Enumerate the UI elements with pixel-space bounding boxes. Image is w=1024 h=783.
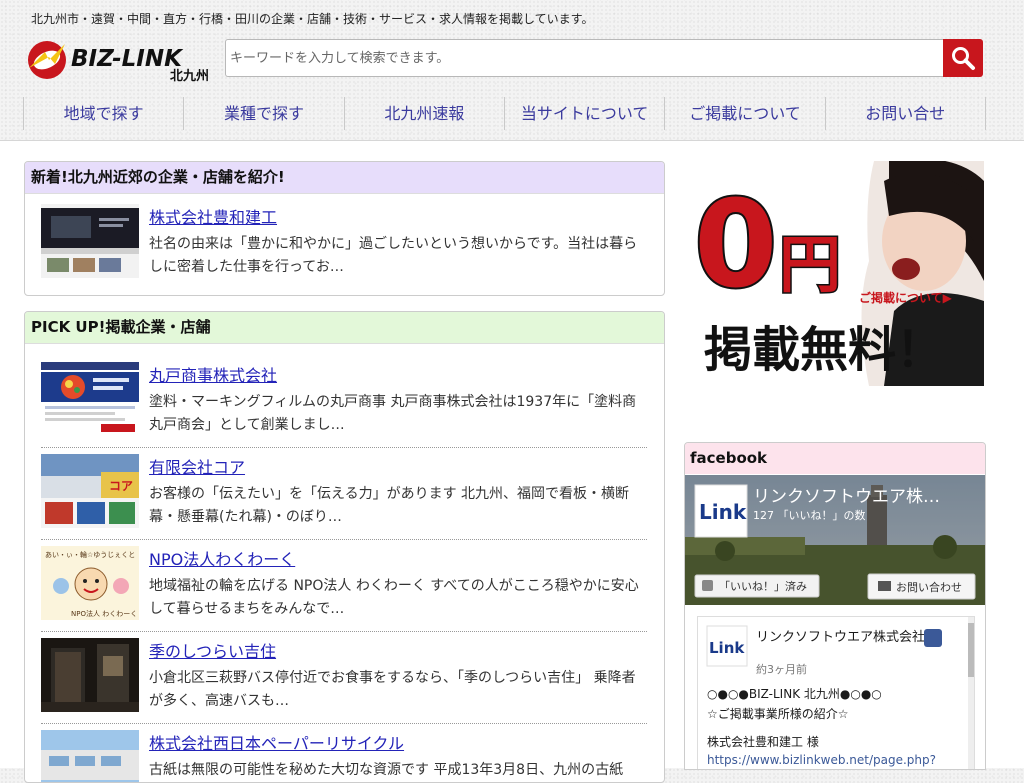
company-link[interactable]: 株式会社西日本ペーパーリサイクル (149, 730, 404, 754)
facebook-widget: facebook Link リンクソフトウエア株… 127 「いいね！」の数 「… (684, 442, 986, 770)
facebook-contact-button[interactable]: お問い合わせ (896, 580, 962, 594)
post-avatar-text: Link (709, 639, 745, 657)
item-divider (41, 723, 647, 724)
post-scrollbar[interactable] (968, 623, 974, 677)
nav-area-search[interactable]: 地域で探す (24, 97, 185, 130)
banner-free-text: 掲載無料！ (704, 322, 944, 378)
thumb-caption-bottom: NPO法人 わくわーく (71, 609, 137, 618)
company-description: 塗料・マーキングフィルムの丸戸商事 丸戸商事株式会社は1937年に「塗料商丸戸商… (149, 394, 637, 433)
company-description: 古紙は無限の可能性を秘めた大切な資源です 平成13年3月8日、九州の古紙 (149, 762, 624, 778)
company-link[interactable]: 丸戸商事株式会社 (149, 362, 277, 386)
banner-link-text: ご掲載について▶ (859, 290, 953, 305)
company-description: 社名の由来は「豊かに和やかに」過ごしたいという想いからです。当社は暮らしに密着し… (149, 236, 638, 275)
company-link[interactable]: NPO法人わくわーく (149, 546, 295, 570)
company-thumbnail[interactable]: あい・ぃ・輪☆ゆうじぇくと NPO法人 わくわーく (41, 546, 139, 620)
company-thumbnail[interactable] (41, 204, 139, 278)
nav-contact[interactable]: お問い合せ (826, 97, 986, 130)
site-tagline: 北九州市・遠賀・中間・直方・行橋・田川の企業・店舗・技術・サービス・求人情報を掲… (31, 12, 594, 26)
logo-subtext: 北九州 (170, 69, 209, 82)
company-thumbnail[interactable] (41, 730, 139, 782)
company-description: お客様の「伝えたい」を「伝える力」があります 北九州、福岡で看板・横断幕・懸垂幕… (149, 486, 630, 525)
search-icon (952, 47, 975, 70)
company-thumbnail[interactable] (41, 362, 139, 436)
item-divider (41, 447, 647, 448)
company-link[interactable]: 季のしつらい吉住 (149, 638, 276, 662)
nav-kitakyushu-news[interactable]: 北九州速報 (345, 97, 505, 130)
facebook-page-name: リンクソフトウエア株… (753, 487, 940, 507)
search-bar (225, 39, 983, 77)
mail-icon (878, 581, 891, 591)
facebook-page-logo-text: Link (699, 500, 747, 524)
company-thumbnail[interactable] (41, 638, 139, 712)
post-link[interactable]: https://www.bizlinkweb.net/page.php? (707, 753, 936, 767)
thumb-sign-text: コア (109, 479, 133, 493)
pickup-heading: PICK UP!掲載企業・店舗 (25, 312, 664, 344)
item-divider (41, 631, 647, 632)
nav-listing-info[interactable]: ご掲載について (665, 97, 826, 130)
free-listing-banner[interactable]: 0 円 ご掲載について▶ 掲載無料！ (684, 161, 984, 386)
banner-zero: 0 (694, 176, 778, 315)
facebook-small-icon (702, 580, 713, 591)
facebook-logo-icon[interactable] (924, 629, 942, 647)
facebook-page-cover[interactable]: Link リンクソフトウエア株… 127 「いいね！」の数 「いいね！」済み お… (685, 475, 985, 605)
banner-yen: 円 (779, 228, 841, 301)
company-thumbnail[interactable]: コア (41, 454, 139, 528)
item-divider (41, 539, 647, 540)
new-listings-box: 新着!北九州近郊の企業・店舗を紹介! 株式会社豊和建工 社名の由来は「豊かに和や… (24, 161, 665, 296)
facebook-liked-button[interactable]: 「いいね！」済み (719, 579, 807, 593)
new-listings-heading: 新着!北九州近郊の企業・店舗を紹介! (25, 162, 664, 194)
pickup-listings-box: PICK UP!掲載企業・店舗 丸戸商事株式会社 塗料・マーキングフィルムの丸戸… (24, 311, 665, 783)
post-line-3: 株式会社豊和建工 様 (707, 734, 819, 749)
facebook-like-count: 127 「いいね！」の数 (753, 509, 866, 522)
thumb-caption-top: あい・ぃ・輪☆ゆうじぇくと (45, 550, 135, 559)
facebook-heading: facebook (685, 443, 985, 474)
search-button[interactable] (943, 39, 983, 77)
logo-text: BIZ-LINK (71, 46, 184, 72)
post-line-2: ☆ご掲載事業所様の紹介☆ (707, 706, 849, 721)
company-link[interactable]: 株式会社豊和建工 (149, 204, 277, 228)
search-input[interactable] (225, 39, 943, 77)
nav-about-site[interactable]: 当サイトについて (505, 97, 666, 130)
post-line-1: ○●○●BIZ-LINK 北九州●○●○ (707, 687, 882, 701)
facebook-post: Link リンクソフトウエア株式会社 約3ヶ月前 ○●○●BIZ-LINK 北九… (697, 616, 975, 769)
post-author[interactable]: リンクソフトウエア株式会社 (756, 629, 925, 645)
site-logo[interactable]: BIZ-LINK 北九州 (25, 38, 215, 82)
company-link[interactable]: 有限会社コア (149, 454, 245, 478)
main-nav: 地域で探す 業種で探す 北九州速報 当サイトについて ご掲載について お問い合せ (23, 97, 986, 130)
company-description: 小倉北区三萩野バス停付近でお食事をするなら、「季のしつらい吉住」 乗降者が多く、… (149, 670, 636, 709)
nav-industry-search[interactable]: 業種で探す (184, 97, 345, 130)
post-time: 約3ヶ月前 (756, 662, 807, 676)
company-description: 地域福祉の輪を広げる NPO法人 わくわーく すべての人がこころ穏やかに安心して… (149, 578, 639, 617)
